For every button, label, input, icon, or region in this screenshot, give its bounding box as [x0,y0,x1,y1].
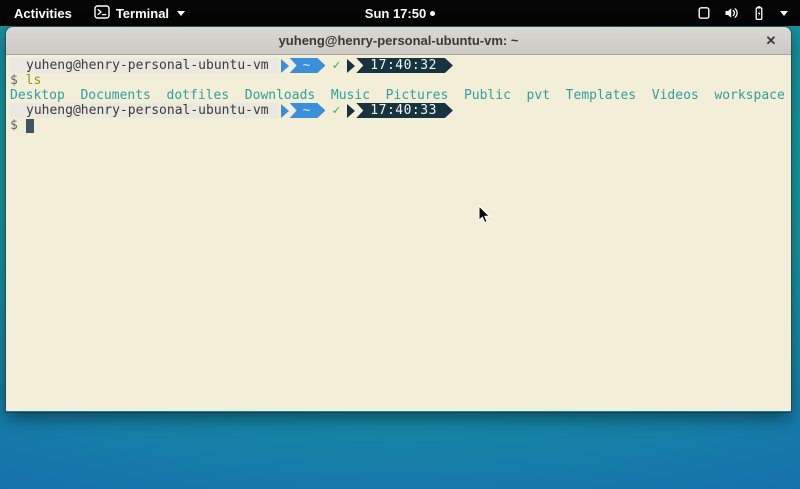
prompt-user-segment: yuheng@henry-personal-ubuntu-vm [10,103,278,118]
directory-entry: Templates [566,88,636,103]
command-text: ls [26,73,42,88]
caret-down-icon [177,11,185,16]
input-line: $ [10,118,787,133]
clock-button[interactable]: Sun 17:50 [365,6,435,21]
directory-entry: Documents [80,88,150,103]
prompt-directory-segment: ~ [290,103,326,118]
success-check-icon: ✓ [332,103,340,118]
directory-entry: workspace [714,88,784,103]
success-check-icon: ✓ [332,58,340,73]
powerline-arrow-icon [347,59,355,73]
directory-entry: Videos [652,88,699,103]
terminal-window: yuheng@henry-personal-ubuntu-vm: ~ ✕ yuh… [6,27,791,412]
prompt-user-segment: yuheng@henry-personal-ubuntu-vm [10,58,278,73]
top-bar-left: Activities Terminal [0,4,185,23]
directory-entry: pvt [527,88,550,103]
directory-entry: Desktop [10,88,65,103]
app-menu-label: Terminal [116,6,169,21]
directory-entry: Pictures [386,88,449,103]
directory-entry: dotfiles [167,88,230,103]
notification-dot-icon [430,11,435,16]
directory-entry: Music [331,88,370,103]
command-line: $ ls [10,73,787,88]
top-bar: Activities Terminal Sun 17:50 [0,0,800,26]
display-icon [696,5,712,21]
prompt-line: yuheng@henry-personal-ubuntu-vm ~ ✓ 17:4… [10,58,787,73]
prompt-time-segment: 17:40:33 [356,103,453,118]
app-menu-terminal[interactable]: Terminal [94,5,185,22]
battery-charging-icon [751,5,767,21]
prompt-directory-segment: ~ [290,58,326,73]
clock-label: Sun 17:50 [365,6,426,21]
directory-entry: Downloads [245,88,315,103]
volume-icon [723,5,740,21]
powerline-arrow-icon [281,104,289,118]
ls-output-line: Desktop Documents dotfiles Downloads Music Pi… [10,88,787,103]
caret-down-icon [780,11,788,16]
activities-button[interactable]: Activities [10,4,76,23]
terminal-icon [94,5,110,22]
powerline-arrow-icon [347,104,355,118]
prompt-time-segment: 17:40:32 [356,58,453,73]
powerline-arrow-icon [281,59,289,73]
prompt-line: yuheng@henry-personal-ubuntu-vm ~ ✓ 17:4… [10,103,787,118]
window-titlebar[interactable]: yuheng@henry-personal-ubuntu-vm: ~ ✕ [6,27,791,55]
text-cursor [26,119,34,133]
system-status-area[interactable] [696,5,800,21]
prompt-char: $ [10,118,18,133]
close-button[interactable]: ✕ [759,27,783,55]
prompt-char: $ [10,73,18,88]
directory-entry: Public [464,88,511,103]
terminal-content[interactable]: yuheng@henry-personal-ubuntu-vm ~ ✓ 17:4… [6,55,791,411]
window-title: yuheng@henry-personal-ubuntu-vm: ~ [279,33,519,48]
